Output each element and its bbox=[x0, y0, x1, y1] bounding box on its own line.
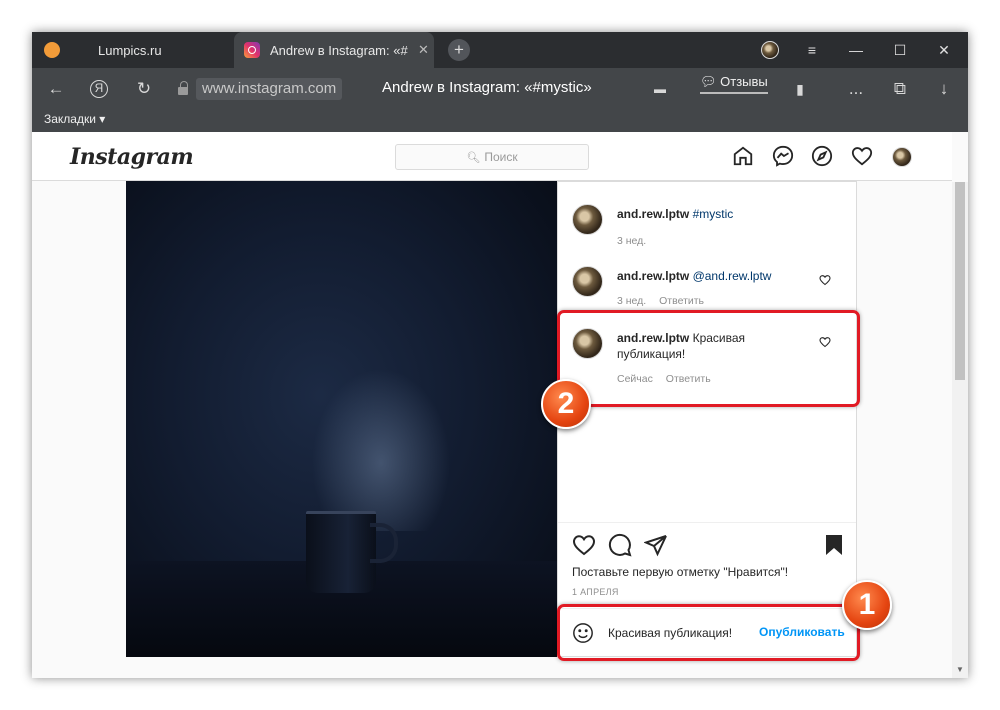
explore-icon[interactable] bbox=[811, 145, 835, 169]
profile-avatar[interactable] bbox=[892, 147, 912, 167]
address-bar: ← Я ↻ www.instagram.com Andrew в Instagr… bbox=[32, 68, 968, 110]
search-placeholder: Поиск bbox=[484, 150, 518, 164]
chat-icon[interactable]: ▬ bbox=[648, 78, 672, 100]
avatar[interactable] bbox=[572, 266, 603, 297]
menu-icon[interactable]: ≡ bbox=[790, 32, 834, 68]
step-badge-1: 1 bbox=[842, 580, 892, 630]
step-badge-2: 2 bbox=[541, 379, 591, 429]
comment-icon[interactable] bbox=[608, 533, 632, 557]
download-icon[interactable]: ↓ bbox=[932, 78, 956, 100]
comment-username[interactable]: and.rew.lptw bbox=[617, 207, 689, 221]
likes-prefix: Поставьте первую bbox=[572, 565, 677, 579]
tab-title: Lumpics.ru bbox=[98, 42, 162, 58]
more-button[interactable]: ... bbox=[844, 78, 868, 100]
lock-icon bbox=[178, 81, 188, 95]
instagram-favicon-icon bbox=[244, 42, 260, 58]
comment-meta: 3 нед. bbox=[617, 235, 656, 247]
like-icon[interactable] bbox=[572, 533, 596, 557]
highlight-box-composer bbox=[557, 604, 860, 661]
comment-username[interactable]: and.rew.lptw bbox=[617, 269, 689, 283]
browser-window: Lumpics.ru Andrew в Instagram: «# ✕ + ≡ … bbox=[32, 32, 968, 678]
reviews-button[interactable]: 💬︎ Отзывы bbox=[700, 74, 768, 94]
scrollbar[interactable]: ▼ bbox=[952, 182, 968, 678]
reviews-label: Отзывы bbox=[720, 74, 768, 89]
likes-summary: Поставьте первую отметку "Нравится"! bbox=[572, 565, 788, 579]
search-input[interactable]: 🔍︎ Поиск bbox=[395, 144, 589, 170]
save-bookmark-icon[interactable] bbox=[822, 533, 846, 557]
like-comment-icon[interactable] bbox=[819, 274, 831, 286]
post-panel: and.rew.lptw #mystic 3 нед. and.rew.lptw… bbox=[557, 181, 857, 657]
comment-text: and.rew.lptw @and.rew.lptw bbox=[617, 268, 807, 284]
address-page-title: Andrew в Instagram: «#mystic» bbox=[382, 79, 592, 96]
bookmarks-menu[interactable]: Закладки ▾ bbox=[44, 112, 105, 126]
tab-title: Andrew в Instagram: «# bbox=[270, 42, 408, 58]
instagram-logo[interactable]: Instagram bbox=[70, 144, 194, 170]
likes-link[interactable]: отметку "Нравится"! bbox=[677, 565, 788, 579]
bookmarks-bar: Закладки ▾ bbox=[32, 110, 968, 132]
profile-avatar-icon[interactable] bbox=[748, 32, 792, 68]
share-icon[interactable] bbox=[643, 533, 668, 557]
instagram-header: Instagram 🔍︎ Поиск bbox=[32, 132, 952, 181]
steam-shape bbox=[306, 361, 456, 531]
scroll-thumb[interactable] bbox=[955, 182, 965, 380]
url-field[interactable]: www.instagram.com bbox=[196, 78, 343, 100]
cup-handle-shape bbox=[370, 523, 398, 563]
highlight-box-comment bbox=[557, 310, 860, 407]
comment-time: 3 нед. bbox=[617, 295, 647, 307]
tab-close-icon[interactable]: ✕ bbox=[418, 42, 429, 58]
scroll-down-arrow-icon[interactable]: ▼ bbox=[956, 665, 964, 674]
share-icon[interactable]: ⧉ bbox=[888, 78, 912, 100]
tab-bar: Lumpics.ru Andrew в Instagram: «# ✕ + ≡ … bbox=[32, 32, 968, 68]
comment-body[interactable]: #mystic bbox=[693, 207, 734, 221]
new-tab-button[interactable]: + bbox=[448, 39, 470, 61]
close-icon[interactable]: ✕ bbox=[922, 32, 966, 68]
back-arrow-icon[interactable]: ← bbox=[44, 78, 68, 100]
home-icon[interactable] bbox=[732, 145, 756, 169]
cup-shape bbox=[306, 511, 376, 593]
post-date: 1 АПРЕЛЯ bbox=[572, 587, 619, 597]
reload-icon[interactable]: ↻ bbox=[132, 78, 156, 100]
comment-text: and.rew.lptw #mystic bbox=[617, 206, 807, 222]
heart-icon[interactable] bbox=[851, 145, 875, 169]
yandex-icon[interactable]: Я bbox=[90, 80, 108, 98]
avatar[interactable] bbox=[572, 204, 603, 235]
speech-bubble-icon: 💬︎ bbox=[700, 74, 717, 89]
minimize-icon[interactable]: — bbox=[834, 32, 878, 68]
reply-button[interactable]: Ответить bbox=[659, 295, 704, 307]
comment-time: 3 нед. bbox=[617, 235, 647, 247]
comment-meta: 3 нед. Ответить bbox=[617, 295, 714, 307]
lumpics-favicon-icon bbox=[44, 42, 60, 58]
bookmark-icon[interactable]: ▮ bbox=[788, 78, 812, 100]
messenger-icon[interactable] bbox=[772, 145, 796, 169]
comment-body[interactable]: @and.rew.lptw bbox=[693, 269, 772, 283]
post-image[interactable] bbox=[126, 181, 557, 657]
maximize-icon[interactable]: ☐ bbox=[878, 32, 922, 68]
post-actions bbox=[558, 522, 856, 562]
tab-lumpics[interactable]: Lumpics.ru bbox=[32, 32, 232, 68]
search-icon: 🔍︎ bbox=[466, 151, 481, 164]
tab-instagram[interactable]: Andrew в Instagram: «# ✕ bbox=[234, 32, 434, 68]
